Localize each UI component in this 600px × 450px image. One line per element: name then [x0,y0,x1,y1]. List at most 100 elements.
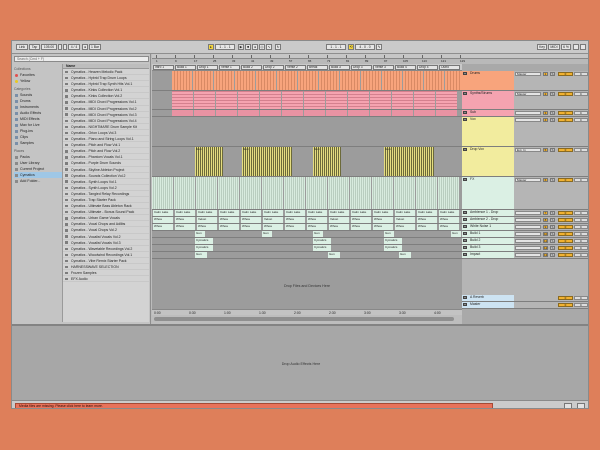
clip[interactable]: Gun [262,231,272,237]
clip[interactable] [174,177,195,209]
track-fold-icon[interactable] [463,117,467,122]
clip[interactable] [350,177,371,209]
clip[interactable]: Calm Lake [373,210,393,216]
key-map-button[interactable]: Key [537,44,547,50]
clip[interactable] [370,91,391,109]
clip[interactable]: Calm Lake [307,210,327,216]
locator-marker[interactable]: Verse 3 [373,65,394,70]
volume-field[interactable]: 0 [558,91,573,96]
clip[interactable]: Whoa [373,217,393,223]
pan-field[interactable]: C [574,245,588,250]
track-activator-button[interactable]: 9 [543,224,548,229]
clip[interactable] [284,177,305,209]
track-activator-button[interactable]: 4 [543,117,548,122]
clip[interactable]: Cymatics [313,245,331,251]
locator-marker[interactable]: Build 1 [175,65,196,70]
clip[interactable] [216,110,237,116]
track-name[interactable]: Sub [462,110,514,116]
clip[interactable]: Whoa [439,224,459,230]
clip[interactable]: Velvet [263,217,283,223]
track-header[interactable]: Drop Vox Ext. In 5 S 0 C [462,147,588,177]
clip[interactable] [238,110,259,116]
track-name[interactable]: Ambience 2 - Drop [462,217,514,223]
track-lanes[interactable]: Drop Files and Devices Here Gun Gun Gun Gun… [152,71,462,309]
volume-field[interactable]: 0 [558,245,573,250]
locator-marker[interactable]: Drop 4 [417,65,438,70]
clip[interactable] [392,110,413,116]
stop-icon[interactable]: ■ [245,44,251,50]
track-io-select[interactable]: Ext. In [515,147,541,152]
clip[interactable]: Whoa [307,217,327,223]
clip[interactable] [260,110,281,116]
track-header[interactable]: Build 1 10 S 0 C [462,231,588,238]
track-header[interactable]: Master 0 C [462,302,588,309]
clip[interactable] [240,177,261,209]
volume-field[interactable]: 0 [558,295,573,300]
clip[interactable] [194,110,215,116]
clip[interactable] [436,91,457,109]
track-io-select[interactable] [515,252,541,257]
clip[interactable] [256,71,276,90]
track-io-select[interactable] [515,224,541,229]
track-name[interactable]: Impact [462,252,514,258]
pan-field[interactable]: C [574,210,588,215]
clip[interactable]: Cymatics [195,238,213,244]
track-activator-button[interactable]: 12 [543,245,548,250]
track-lane[interactable]: Cymatics Cymatics Cymatics [152,238,462,245]
drop-files-area[interactable]: Drop Files and Devices Here [152,263,462,309]
track-fold-icon[interactable] [463,302,467,307]
volume-field[interactable]: 0 [558,210,573,215]
clip[interactable] [370,110,391,116]
clip[interactable]: Calm Lake [285,210,305,216]
clip[interactable]: Whoa [175,217,195,223]
track-name[interactable]: Drums [462,71,514,90]
track-io-select[interactable] [515,217,541,222]
clip[interactable] [194,91,215,109]
solo-button[interactable]: S [550,224,555,229]
metronome-icon[interactable]: ● [82,44,88,50]
locator-marker[interactable]: Drop 1 [197,65,218,70]
locator-marker[interactable]: Intro 1 [153,65,174,70]
clip[interactable] [172,71,192,90]
clip[interactable] [262,177,283,209]
track-fold-icon[interactable] [463,224,467,229]
track-io-select[interactable]: Master [515,91,541,96]
detail-toggle-icon[interactable] [564,403,572,408]
solo-button[interactable]: S [550,177,555,182]
session-record-icon[interactable]: ◎ [259,44,265,50]
track-io-select[interactable] [515,231,541,236]
solo-button[interactable]: S [550,110,555,115]
clip[interactable] [196,177,217,209]
category-item[interactable]: Samples [14,140,62,146]
clip[interactable]: Whoa [241,224,261,230]
loop-switch-icon[interactable]: ⟲ [348,44,354,50]
clip[interactable]: Whoa [219,224,239,230]
track-name[interactable]: Master [462,302,514,308]
clip[interactable] [438,177,459,209]
track-lane[interactable]: Gun Gun Gun [152,252,462,259]
clip[interactable]: Velvet [197,217,217,223]
clip[interactable] [235,71,255,90]
clip[interactable] [328,177,349,209]
volume-field[interactable]: 0 [558,252,573,257]
clip[interactable]: Whoa [219,217,239,223]
clip[interactable]: Cymatics [384,238,402,244]
pan-field[interactable]: C [574,217,588,222]
track-name[interactable]: Build 3 [462,245,514,251]
record-icon[interactable]: ● [252,44,258,50]
clip[interactable] [414,91,435,109]
track-io-select[interactable] [515,110,541,115]
clip[interactable]: Calm Lake [197,210,217,216]
track-fold-icon[interactable] [463,71,467,76]
clip[interactable]: Gun [451,231,461,237]
clip[interactable]: Velvet [329,217,349,223]
clip[interactable]: Gun [399,252,411,258]
track-header[interactable]: Build 3 12 S 0 C [462,245,588,252]
track-header[interactable]: Ambience 1 - Drop 7 S 0 C [462,210,588,217]
clip[interactable] [282,110,303,116]
track-fold-icon[interactable] [463,252,467,257]
solo-button[interactable]: S [550,252,555,257]
tempo-field[interactable]: 105.00 [41,44,57,50]
track-fold-icon[interactable] [463,217,467,222]
solo-button[interactable]: S [550,91,555,96]
